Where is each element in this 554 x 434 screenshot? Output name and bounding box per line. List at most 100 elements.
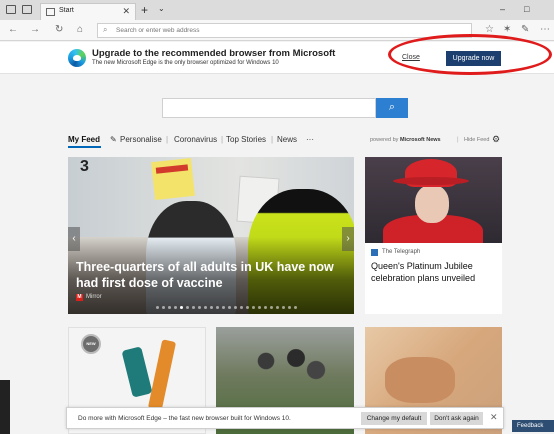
notification-text: Do more with Microsoft Edge – the fast n… [78, 415, 291, 422]
tab-close-button[interactable]: ✕ [122, 6, 130, 17]
carousel-dot[interactable] [288, 306, 291, 309]
search-input[interactable] [162, 98, 376, 118]
address-bar[interactable]: ⌕ Search or enter web address [97, 23, 472, 38]
favorites-star-icon[interactable]: ☆ [485, 24, 494, 35]
tab-coronavirus[interactable]: Coronavirus [174, 135, 217, 144]
side-story-headline[interactable]: Queen's Platinum Jubilee celebration pla… [371, 260, 499, 284]
notes-pen-icon[interactable]: ✎ [521, 24, 529, 35]
image-hat [393, 159, 469, 187]
carousel-dot[interactable] [198, 306, 201, 309]
hero-source: Mirror [86, 294, 102, 300]
carousel-dot[interactable] [240, 306, 243, 309]
feedback-button[interactable]: Feedback [512, 420, 554, 432]
feed-navigation: My Feed ✎ Personalise | Coronavirus | To… [68, 134, 504, 149]
tab-my-feed[interactable]: My Feed [68, 135, 100, 144]
settings-gear-icon[interactable]: ⚙ [492, 134, 500, 145]
maximize-button[interactable]: □ [524, 4, 529, 14]
change-default-button[interactable]: Change my default [361, 412, 427, 425]
carousel-next-button[interactable]: › [342, 227, 354, 251]
window-edge [0, 380, 10, 434]
back-arrow-icon[interactable]: ← [8, 24, 18, 35]
side-story-source: The Telegraph [382, 249, 421, 255]
carousel-dots [156, 306, 297, 310]
feedback-label: Feedback [517, 423, 544, 429]
new-badge: NEW [81, 334, 101, 354]
more-menu-icon[interactable]: ⋯ [540, 24, 550, 35]
carousel-dot[interactable] [156, 306, 159, 309]
minimize-button[interactable]: – [500, 4, 505, 14]
dont-ask-again-button[interactable]: Don't ask again [430, 412, 483, 425]
carousel-dot[interactable] [216, 306, 219, 309]
crowd-image [236, 337, 336, 397]
search-icon: ⌕ [388, 101, 396, 113]
search-button[interactable]: ⌕ [376, 98, 408, 118]
divider: | [221, 135, 224, 144]
powered-by-text: powered by [370, 137, 399, 143]
personalise-pen-icon: ✎ [110, 135, 117, 144]
refresh-icon[interactable]: ↻ [55, 24, 63, 35]
hide-feed-link[interactable]: Hide Feed [464, 137, 489, 143]
divider: | [166, 135, 169, 144]
hero-headline[interactable]: Three-quarters of all adults in UK have … [76, 259, 346, 291]
carousel-dot[interactable] [258, 306, 261, 309]
carousel-dot[interactable] [270, 306, 273, 309]
tab-news[interactable]: News [277, 135, 297, 144]
active-tab-indicator [68, 146, 101, 148]
carousel-dot[interactable] [186, 306, 189, 309]
carousel-dot[interactable] [162, 306, 165, 309]
banner-close-link[interactable]: Close [402, 54, 420, 61]
default-browser-notification: Do more with Microsoft Edge – the fast n… [66, 407, 504, 429]
carousel-dot[interactable] [168, 306, 171, 309]
address-search-icon: ⌕ [103, 25, 108, 34]
page-favicon-icon [46, 8, 55, 16]
carousel-dot[interactable] [228, 306, 231, 309]
hero-sign-number: 3 [80, 158, 89, 175]
mirror-logo-icon: M [76, 294, 83, 301]
banner-subtitle: The new Microsoft Edge is the only brows… [92, 60, 279, 66]
carousel-dot[interactable] [234, 306, 237, 309]
side-story-card[interactable]: The Telegraph Queen's Platinum Jubilee c… [365, 157, 502, 314]
notification-close-button[interactable]: ✕ [490, 412, 498, 423]
tab-top-stories[interactable]: Top Stories [226, 135, 266, 144]
more-tabs-button[interactable]: ··· [306, 135, 314, 144]
tab-start[interactable]: Start ✕ [40, 3, 136, 20]
divider: | [457, 137, 459, 143]
carousel-dot[interactable] [264, 306, 267, 309]
carousel-dot[interactable] [204, 306, 207, 309]
navigation-bar: ← → ↻ ⌂ ⌕ Search or enter web address ☆ … [0, 20, 554, 41]
powered-by-brand: Microsoft News [399, 137, 441, 143]
tab-preview-icon[interactable] [22, 5, 32, 14]
carousel-dot[interactable] [246, 306, 249, 309]
powered-by-label: powered by Microsoft News [370, 137, 441, 143]
new-tab-button[interactable]: + [141, 3, 148, 17]
carousel-dot-active[interactable] [180, 306, 183, 309]
hero-sign-image [151, 158, 195, 200]
hand-image [385, 357, 455, 403]
tab-personalise[interactable]: Personalise [120, 135, 162, 144]
tab-title: Start [59, 7, 74, 14]
carousel-dot[interactable] [174, 306, 177, 309]
hero-story-card[interactable]: 3 ‹ › Three-quarters of all adults in UK… [68, 157, 354, 314]
razor-image [121, 346, 153, 398]
forward-arrow-icon[interactable]: → [30, 24, 40, 35]
carousel-prev-button[interactable]: ‹ [68, 227, 80, 251]
upgrade-now-button[interactable]: Upgrade now [446, 51, 501, 66]
tab-strip: Start ✕ + ⌄ – □ [0, 0, 554, 20]
carousel-dot[interactable] [282, 306, 285, 309]
side-story-image [365, 157, 502, 243]
carousel-dot[interactable] [222, 306, 225, 309]
favorites-hub-icon[interactable]: ✶ [503, 24, 511, 35]
telegraph-logo-icon [371, 249, 378, 256]
carousel-dot[interactable] [294, 306, 297, 309]
image-face [415, 185, 449, 223]
home-icon[interactable]: ⌂ [77, 24, 83, 35]
carousel-dot[interactable] [192, 306, 195, 309]
carousel-dot[interactable] [276, 306, 279, 309]
carousel-dot[interactable] [210, 306, 213, 309]
tab-actions-icon[interactable] [6, 5, 16, 14]
tab-menu-button[interactable]: ⌄ [158, 4, 165, 13]
carousel-dot[interactable] [252, 306, 255, 309]
upgrade-banner: Upgrade to the recommended browser from … [0, 42, 554, 74]
razor-image [147, 339, 177, 411]
divider: | [271, 135, 274, 144]
